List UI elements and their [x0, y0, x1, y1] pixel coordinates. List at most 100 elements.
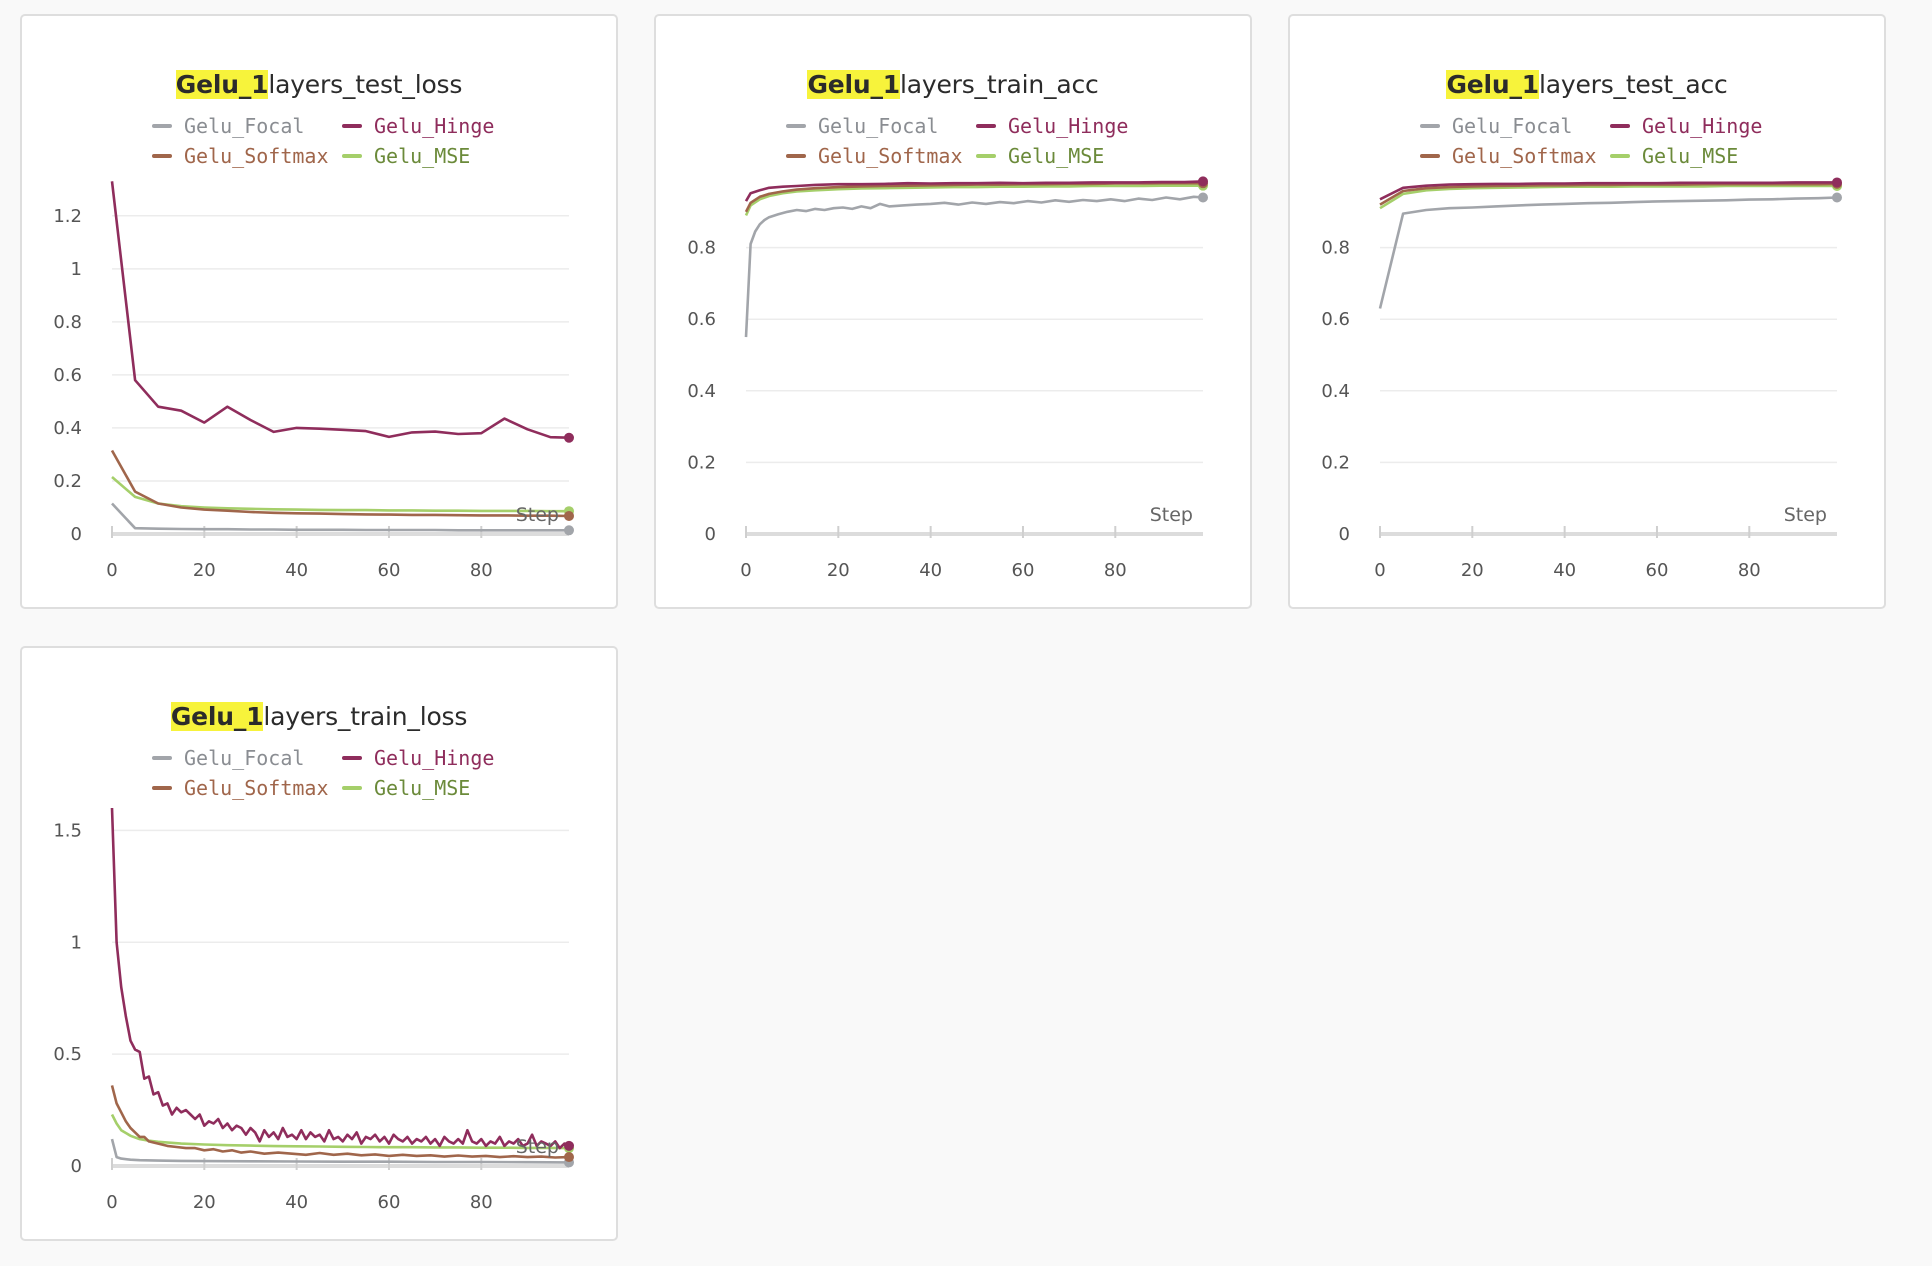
legend-swatch	[152, 154, 172, 158]
series-line-gelu-hinge	[110, 181, 570, 439]
x-tick-label: 0	[106, 1192, 117, 1213]
series-end-point	[564, 1152, 574, 1163]
legend-item[interactable]: Gelu_Hinge	[342, 113, 542, 139]
x-axis-label: Step	[1150, 504, 1193, 526]
series-end-point	[564, 525, 574, 536]
legend-item[interactable]: Gelu_Focal	[1420, 113, 1610, 139]
legend-label: Gelu_Hinge	[1642, 114, 1763, 138]
legend-swatch	[976, 124, 996, 128]
x-tick-label: 80	[470, 560, 493, 581]
legend-swatch	[152, 756, 172, 760]
legend-item[interactable]: Gelu_MSE	[342, 775, 542, 801]
chart-title-suffix: layers_train_acc	[900, 70, 1099, 99]
x-tick-label: 60	[1646, 560, 1669, 581]
y-tick-label: 0	[71, 1156, 82, 1177]
x-axis-label: Step	[516, 504, 559, 526]
y-tick-label: 0.6	[687, 309, 716, 330]
chart-panel-test-acc: 0 0.2 0.4 0.6 0.8 0 20 40 60 80 Step Gelu_1layers_…	[1288, 14, 1886, 609]
series-line-gelu-hinge	[110, 807, 570, 1150]
legend-swatch	[342, 124, 362, 128]
series-line-gelu-focal	[744, 195, 1204, 338]
legend-swatch	[342, 756, 362, 760]
y-tick-label: 1.2	[53, 206, 82, 227]
y-tick-label: 0.6	[1321, 309, 1350, 330]
y-tick-label: 0.4	[687, 381, 716, 402]
legend-label: Gelu_Focal	[1452, 114, 1573, 138]
chart-title-prefix: Gelu_1	[170, 702, 264, 731]
legend-label: Gelu_Focal	[184, 746, 305, 770]
legend-item[interactable]: Gelu_Softmax	[152, 143, 342, 169]
legend-label: Gelu_Hinge	[374, 746, 495, 770]
legend-swatch	[786, 124, 806, 128]
series-end-point	[1832, 192, 1842, 203]
legend-item[interactable]: Gelu_Hinge	[1610, 113, 1810, 139]
x-tick-label: 40	[919, 560, 942, 581]
legend-item[interactable]: Gelu_MSE	[976, 143, 1176, 169]
series-end-point	[1198, 192, 1208, 203]
y-tick-label: 0.4	[1321, 381, 1350, 402]
chart-title-prefix: Gelu_1	[807, 70, 900, 99]
y-tick-label: 1	[71, 932, 82, 953]
chart-panel-test-loss: 0 0.2 0.4 0.6 0.8 1 1.2 0 20 40 60 80 Step Gelu_1lay…	[20, 14, 618, 609]
series-line-gelu-focal	[1378, 196, 1838, 309]
x-tick-label: 80	[1738, 560, 1761, 581]
chart-panel-train-acc: 0 0.2 0.4 0.6 0.8 0 20 40 60 80 Step Gelu_1layers_…	[654, 14, 1252, 609]
legend-label: Gelu_Hinge	[1008, 114, 1129, 138]
y-tick-label: 0.8	[53, 312, 82, 333]
chart-svg: 0 0.2 0.4 0.6 0.8 1 1.2 0 20 40 60 80 Step	[53, 181, 574, 581]
chart-legend: Gelu_Focal Gelu_Hinge Gelu_Softmax Gelu_MSE	[786, 113, 1186, 169]
x-tick-label: 40	[285, 1192, 308, 1213]
legend-item[interactable]: Gelu_Focal	[152, 745, 342, 771]
legend-swatch	[976, 154, 996, 158]
legend-item[interactable]: Gelu_MSE	[342, 143, 542, 169]
legend-item[interactable]: Gelu_Softmax	[786, 143, 976, 169]
chart-panel-train-loss: 0 0.5 1 1.5 0 20 40 60 80 Step Gelu_1layers_train…	[20, 646, 618, 1241]
y-tick-label: 0.4	[53, 418, 82, 439]
chart-title-suffix: layers_test_acc	[1538, 70, 1728, 99]
legend-item[interactable]: Gelu_Focal	[152, 113, 342, 139]
x-tick-label: 0	[106, 560, 117, 581]
chart-title: Gelu_1layers_test_acc	[1290, 70, 1884, 99]
y-tick-label: 0.8	[1321, 238, 1350, 259]
legend-item[interactable]: Gelu_Hinge	[342, 745, 542, 771]
legend-item[interactable]: Gelu_Softmax	[1420, 143, 1610, 169]
legend-item[interactable]: Gelu_Focal	[786, 113, 976, 139]
chart-title-suffix: layers_test_loss	[268, 70, 463, 99]
y-tick-label: 0.2	[687, 452, 716, 473]
legend-item[interactable]: Gelu_Softmax	[152, 775, 342, 801]
y-tick-label: 1	[71, 259, 82, 280]
chart-legend: Gelu_Focal Gelu_Hinge Gelu_Softmax Gelu_MSE	[152, 745, 552, 801]
chart-svg: 0 0.5 1 1.5 0 20 40 60 80 Step	[53, 807, 574, 1213]
x-axis-label: Step	[1784, 504, 1827, 526]
legend-swatch	[1610, 124, 1630, 128]
legend-item[interactable]: Gelu_MSE	[1610, 143, 1810, 169]
chart-title: Gelu_1layers_train_loss	[22, 702, 616, 731]
series-end-point	[564, 1140, 574, 1151]
x-tick-label: 60	[378, 1192, 401, 1213]
series-end-point	[1198, 176, 1208, 187]
legend-label: Gelu_Focal	[184, 114, 305, 138]
legend-swatch	[1420, 124, 1440, 128]
chart-title-prefix: Gelu_1	[1446, 70, 1539, 99]
chart-title: Gelu_1layers_train_acc	[656, 70, 1250, 99]
chart-svg: 0 0.2 0.4 0.6 0.8 0 20 40 60 80 Step	[1321, 177, 1842, 581]
legend-label: Gelu_Softmax	[1452, 144, 1597, 168]
chart-title-suffix: layers_train_loss	[263, 702, 468, 731]
chart-legend: Gelu_Focal Gelu_Hinge Gelu_Softmax Gelu_MSE	[152, 113, 552, 169]
legend-label: Gelu_Focal	[818, 114, 939, 138]
series-end-point	[564, 432, 574, 443]
legend-swatch	[1420, 154, 1440, 158]
x-tick-label: 0	[1374, 560, 1385, 581]
y-tick-label: 0.6	[53, 365, 82, 386]
y-tick-label: 0.2	[1321, 452, 1350, 473]
series-line-gelu-softmax	[110, 449, 570, 518]
legend-swatch	[152, 786, 172, 790]
x-axis-label: Step	[516, 1136, 559, 1158]
legend-item[interactable]: Gelu_Hinge	[976, 113, 1176, 139]
legend-label: Gelu_Softmax	[184, 776, 329, 800]
chart-title-prefix: Gelu_1	[175, 70, 269, 99]
legend-label: Gelu_Softmax	[184, 144, 329, 168]
x-tick-label: 0	[740, 560, 751, 581]
y-tick-label: 0.8	[687, 238, 716, 259]
y-tick-label: 0.5	[53, 1044, 82, 1065]
